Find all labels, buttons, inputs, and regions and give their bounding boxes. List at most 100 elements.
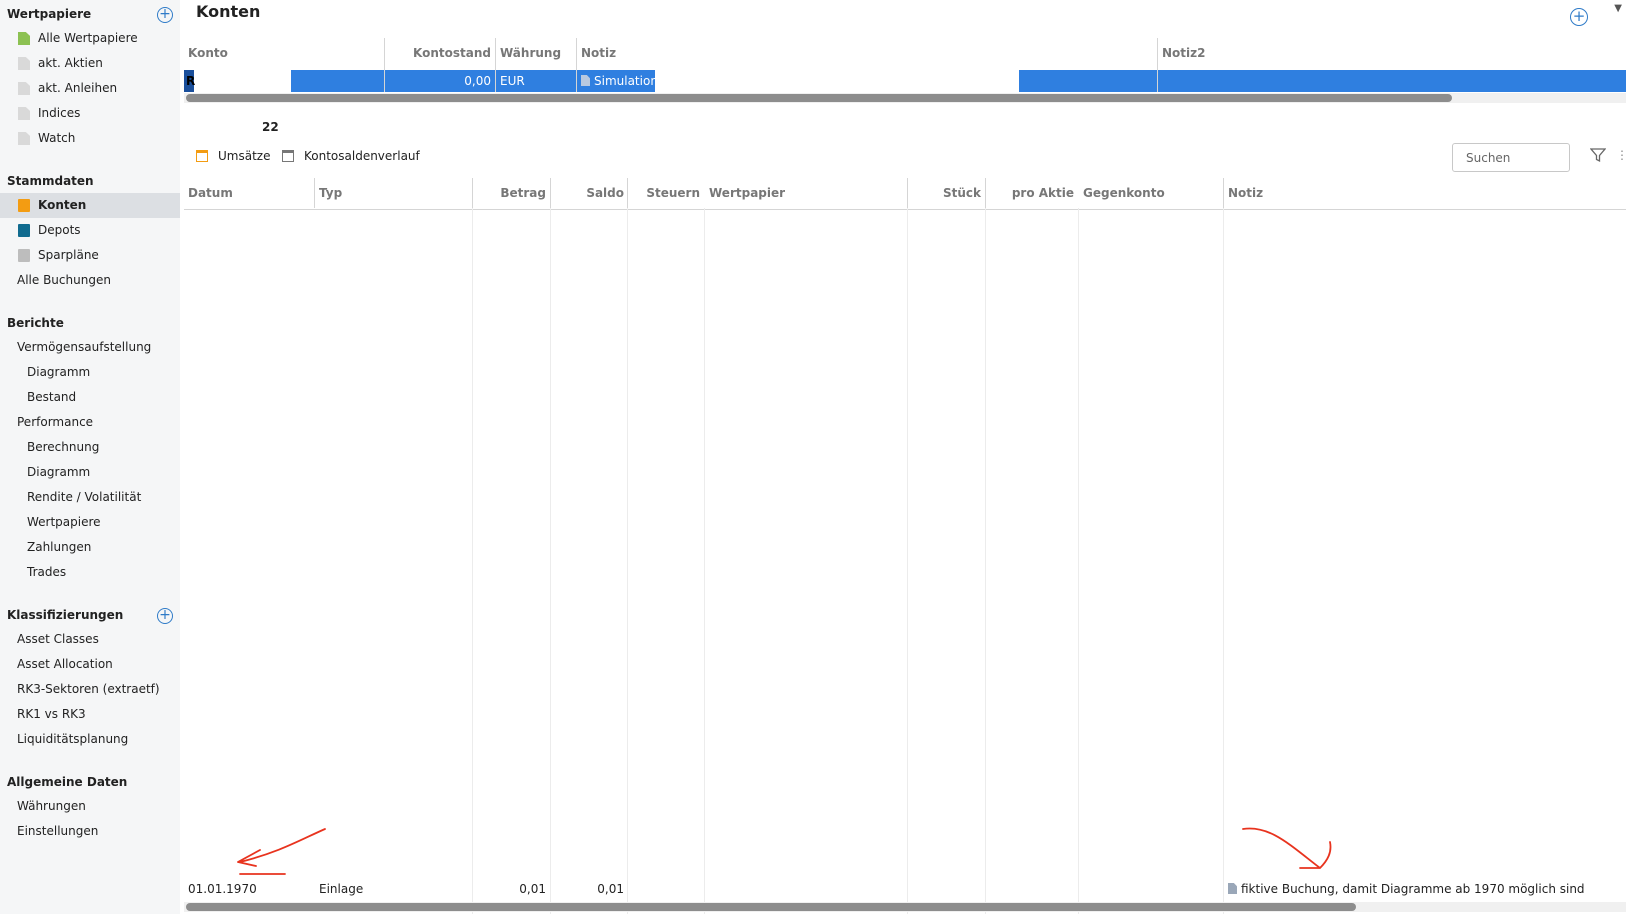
add-account-plus-circle-icon[interactable]: + bbox=[1570, 8, 1588, 26]
row-selection bbox=[291, 70, 384, 92]
sidebar-item-label: Berechnung bbox=[27, 440, 100, 454]
sidebar-item-label: Diagramm bbox=[27, 365, 91, 379]
sidebar-item-label: RK1 vs RK3 bbox=[17, 707, 86, 721]
search-input[interactable] bbox=[1452, 143, 1570, 172]
sidebar-item-rk1-vs-rk3[interactable]: RK1 vs RK3 bbox=[0, 702, 180, 727]
transaction-row-stueck[interactable] bbox=[908, 879, 985, 899]
grid-line bbox=[985, 208, 986, 914]
column-header-konto[interactable]: Konto bbox=[184, 38, 384, 68]
sidebar-item-rk3-sektoren[interactable]: RK3-Sektoren (extraetf) bbox=[0, 677, 180, 702]
sidebar-item-diagramm[interactable]: Diagramm bbox=[0, 360, 180, 385]
transaction-row-notiz[interactable]: fiktive Buchung, damit Diagramme ab 1970… bbox=[1224, 879, 1626, 899]
column-header-notiz2[interactable]: Notiz2 bbox=[1158, 38, 1558, 68]
column-separator bbox=[907, 178, 908, 208]
add-security-plus-circle-icon[interactable]: + bbox=[157, 7, 173, 23]
column-header-datum[interactable]: Datum bbox=[184, 178, 314, 208]
section-wertpapiere[interactable]: Wertpapiere + bbox=[0, 2, 180, 26]
tab-chart-icon bbox=[282, 150, 294, 162]
grid-line bbox=[1223, 208, 1224, 914]
navigation-sidebar: Wertpapiere + Alle Wertpapiere akt. Akti… bbox=[0, 0, 180, 914]
sidebar-item-performance-diagramm[interactable]: Diagramm bbox=[0, 460, 180, 485]
tab-umsaetze[interactable]: Umsätze bbox=[194, 147, 270, 165]
document-icon bbox=[18, 82, 30, 95]
sidebar-item-alle-buchungen[interactable]: Alle Buchungen bbox=[0, 268, 180, 293]
sidebar-item-alle-wertpapiere[interactable]: Alle Wertpapiere bbox=[0, 26, 180, 51]
column-header-stueck[interactable]: Stück bbox=[908, 178, 985, 208]
transaction-row-pro-aktie[interactable] bbox=[986, 879, 1078, 899]
accounts-horizontal-scrollbar[interactable] bbox=[184, 93, 1626, 103]
sidebar-item-berechnung[interactable]: Berechnung bbox=[0, 435, 180, 460]
column-header-waehrung[interactable]: Währung bbox=[496, 38, 576, 68]
sidebar-item-waehrungen[interactable]: Währungen bbox=[0, 794, 180, 819]
document-icon bbox=[18, 57, 30, 70]
transaction-row-steuern[interactable] bbox=[628, 879, 704, 899]
column-header-steuern[interactable]: Steuern bbox=[628, 178, 704, 208]
annotation-overlay bbox=[237, 827, 1332, 875]
note-icon bbox=[581, 75, 590, 86]
account-row-notiz2[interactable] bbox=[1158, 70, 1558, 92]
annotation-arrow-left bbox=[237, 828, 326, 875]
sidebar-item-label: Asset Allocation bbox=[17, 657, 113, 671]
account-row-konto[interactable]: R bbox=[184, 70, 198, 92]
scrollbar-thumb[interactable] bbox=[186, 94, 1452, 102]
sidebar-item-zahlungen[interactable]: Zahlungen bbox=[0, 535, 180, 560]
transaction-row-betrag[interactable]: 0,01 bbox=[473, 879, 550, 899]
sidebar-item-vermoegensaufstellung[interactable]: Vermögensaufstellung bbox=[0, 335, 180, 360]
tab-label: Kontosaldenverlauf bbox=[304, 149, 420, 163]
transaction-row-wertpapier[interactable] bbox=[705, 879, 907, 899]
document-icon bbox=[18, 107, 30, 120]
grid-line bbox=[472, 208, 473, 914]
sidebar-item-label: Performance bbox=[17, 415, 94, 429]
sidebar-item-label: Währungen bbox=[17, 799, 86, 813]
view-menu-chevron-down-icon[interactable]: ▼ bbox=[1614, 3, 1622, 14]
document-icon bbox=[18, 132, 30, 145]
transaction-row-gegenkonto[interactable] bbox=[1079, 879, 1223, 899]
sidebar-item-indices[interactable]: Indices bbox=[0, 101, 180, 126]
account-row-notiz-text: Simulation bbox=[594, 74, 657, 88]
account-row-notiz[interactable]: Simulation bbox=[577, 70, 657, 92]
add-classification-plus-circle-icon[interactable]: + bbox=[157, 608, 173, 624]
column-separator bbox=[550, 178, 551, 208]
filter-icon[interactable] bbox=[1590, 147, 1606, 163]
more-chevron-icon[interactable]: ⋮ bbox=[1616, 148, 1626, 162]
sidebar-item-akt-aktien[interactable]: akt. Aktien bbox=[0, 51, 180, 76]
sidebar-item-wertpapiere-report[interactable]: Wertpapiere bbox=[0, 510, 180, 535]
account-row-kontostand[interactable]: 0,00 bbox=[385, 70, 495, 92]
column-header-betrag[interactable]: Betrag bbox=[473, 178, 550, 208]
transactions-horizontal-scrollbar[interactable] bbox=[184, 902, 1626, 912]
tab-kontosaldenverlauf[interactable]: Kontosaldenverlauf bbox=[280, 147, 420, 165]
column-header-notiz[interactable]: Notiz bbox=[1224, 178, 1624, 208]
column-header-saldo[interactable]: Saldo bbox=[551, 178, 628, 208]
column-header-typ[interactable]: Typ bbox=[315, 178, 473, 208]
account-row-waehrung[interactable]: EUR bbox=[496, 70, 576, 92]
sidebar-item-label: Depots bbox=[38, 223, 81, 237]
sidebar-item-bestand[interactable]: Bestand bbox=[0, 385, 180, 410]
sidebar-item-trades[interactable]: Trades bbox=[0, 560, 180, 585]
sidebar-item-konten[interactable]: Konten bbox=[0, 193, 180, 218]
section-klassifizierungen[interactable]: Klassifizierungen + bbox=[0, 603, 180, 627]
sidebar-item-asset-classes[interactable]: Asset Classes bbox=[0, 627, 180, 652]
sidebar-item-asset-allocation[interactable]: Asset Allocation bbox=[0, 652, 180, 677]
transaction-row-typ[interactable]: Einlage bbox=[315, 879, 473, 899]
column-separator bbox=[1223, 178, 1224, 208]
sidebar-item-label: RK3-Sektoren (extraetf) bbox=[17, 682, 160, 696]
sidebar-item-einstellungen[interactable]: Einstellungen bbox=[0, 819, 180, 844]
row-selection bbox=[1019, 70, 1157, 92]
column-header-gegenkonto[interactable]: Gegenkonto bbox=[1079, 178, 1223, 208]
column-header-wertpapier[interactable]: Wertpapier bbox=[705, 178, 907, 208]
column-header-notiz[interactable]: Notiz bbox=[577, 38, 1157, 68]
transaction-row-saldo[interactable]: 0,01 bbox=[551, 879, 628, 899]
sidebar-item-rendite-volatilitaet[interactable]: Rendite / Volatilität bbox=[0, 485, 180, 510]
transaction-row-datum[interactable]: 01.01.1970 bbox=[184, 879, 314, 899]
column-header-pro-aktie[interactable]: pro Aktie bbox=[986, 178, 1078, 208]
sidebar-item-sparplaene[interactable]: Sparpläne bbox=[0, 243, 180, 268]
sidebar-item-watch[interactable]: Watch bbox=[0, 126, 180, 151]
sidebar-item-liquiditaetsplanung[interactable]: Liquiditätsplanung bbox=[0, 727, 180, 752]
depot-icon bbox=[18, 224, 30, 237]
scrollbar-thumb[interactable] bbox=[186, 903, 1356, 911]
sidebar-item-akt-anleihen[interactable]: akt. Anleihen bbox=[0, 76, 180, 101]
sidebar-item-performance[interactable]: Performance bbox=[0, 410, 180, 435]
note-icon bbox=[1228, 883, 1237, 894]
column-header-kontostand[interactable]: Kontostand bbox=[385, 38, 495, 68]
sidebar-item-depots[interactable]: Depots bbox=[0, 218, 180, 243]
